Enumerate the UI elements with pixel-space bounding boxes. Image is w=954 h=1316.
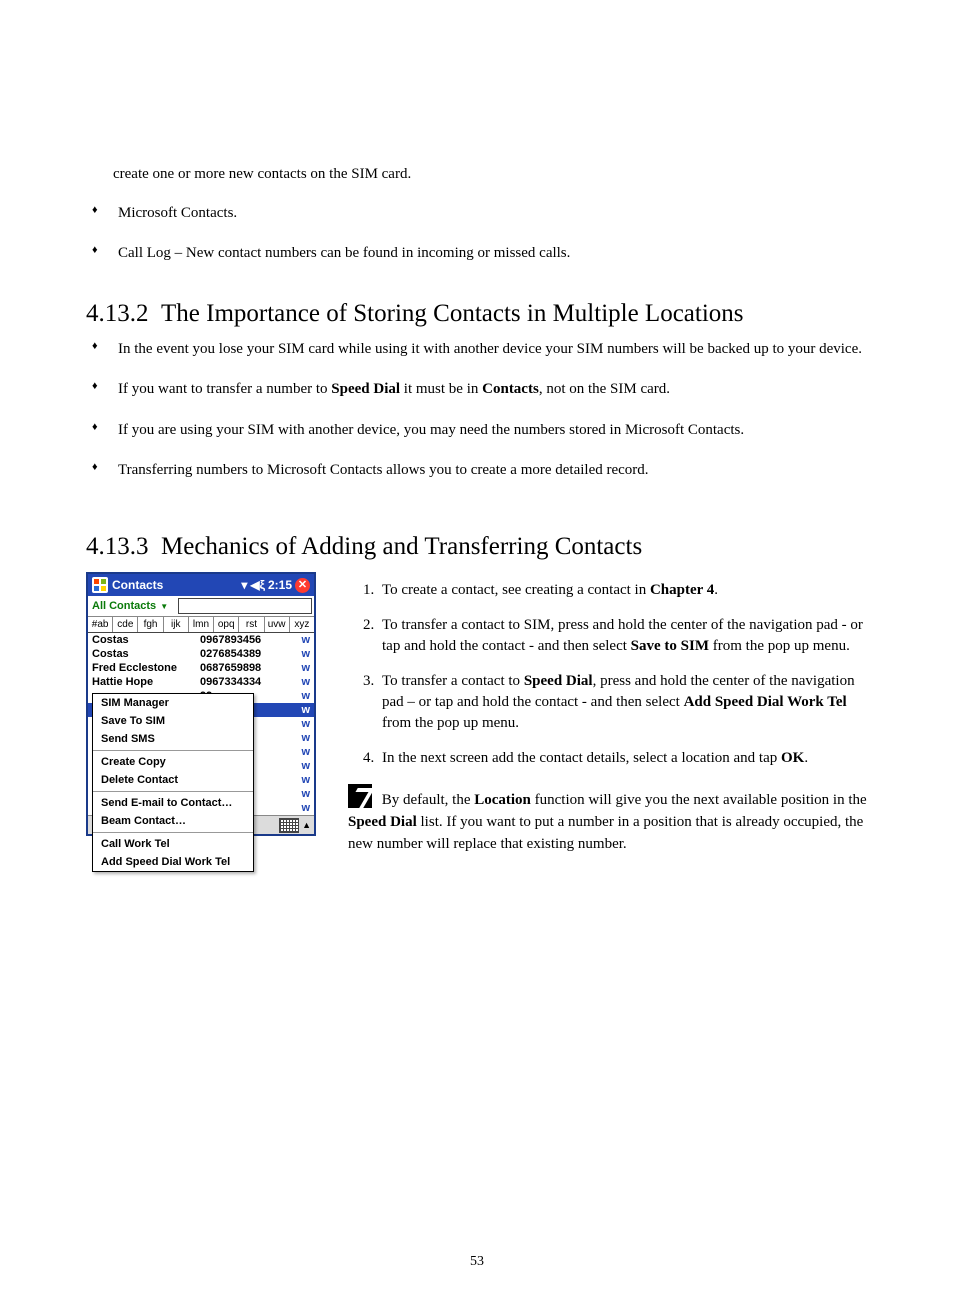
- contact-row[interactable]: Fred Ecclestone 0687659898 w: [88, 661, 314, 675]
- instructions-column: To create a contact, see creating a cont…: [348, 572, 868, 870]
- alpha-tab[interactable]: lmn: [189, 617, 214, 632]
- contact-name: Fred Ecclestone: [92, 662, 190, 674]
- context-menu: SIM ManagerSave To SIMSend SMS Create Cop…: [92, 693, 254, 872]
- menu-separator: [93, 791, 253, 792]
- alpha-tab[interactable]: xyz: [290, 617, 314, 632]
- alpha-tab[interactable]: rst: [239, 617, 264, 632]
- menu-item[interactable]: Call Work Tel: [93, 835, 253, 853]
- note-icon: [348, 784, 372, 808]
- note-text: By default, the Location function will g…: [348, 784, 868, 855]
- menu-item[interactable]: Add Speed Dial Work Tel: [93, 853, 253, 871]
- section-number: 4.13.3: [86, 533, 149, 560]
- section-heading-4133: 4.13.3 Mechanics of Adding and Transferr…: [86, 532, 868, 562]
- phone-alpha-tabs: #ab cde fgh ijk lmn opq rst uvw xyz: [88, 617, 314, 633]
- signal-icon: ▾: [241, 578, 247, 592]
- two-column-layout: Contacts ▾ ◀ξ 2:15 ✕ All Contacts▼ #ab: [86, 572, 868, 870]
- intro-bullet: Microsoft Contacts.: [100, 203, 868, 223]
- contact-type: w: [294, 760, 310, 772]
- alpha-tab[interactable]: #ab: [88, 617, 113, 632]
- contact-type: w: [294, 802, 310, 814]
- contact-type: w: [294, 704, 310, 716]
- bullet-item: If you are using your SIM with another d…: [100, 420, 868, 440]
- section-title: Mechanics of Adding and Transferring Con…: [161, 533, 642, 560]
- contact-number: 0276854389: [200, 648, 284, 660]
- section-number: 4.13.2: [86, 300, 149, 327]
- phone-filter-row: All Contacts▼: [88, 596, 314, 617]
- contact-type: w: [294, 648, 310, 660]
- menu-item[interactable]: Create Copy: [93, 753, 253, 771]
- menu-item[interactable]: SIM Manager: [93, 694, 253, 712]
- bullet-item: Transferring numbers to Microsoft Contac…: [100, 460, 868, 480]
- phone-screenshot-column: Contacts ▾ ◀ξ 2:15 ✕ All Contacts▼ #ab: [86, 572, 316, 870]
- phone-body: Costas0967893456wCostas0276854389wFred E…: [88, 633, 314, 815]
- contact-type: w: [294, 788, 310, 800]
- phone-status-icons: ▾ ◀ξ 2:15 ✕: [241, 578, 310, 593]
- bullet-item: In the event you lose your SIM card whil…: [100, 339, 868, 359]
- section-title: The Importance of Storing Contacts in Mu…: [161, 300, 744, 327]
- menu-item[interactable]: Beam Contact…: [93, 812, 253, 830]
- search-input[interactable]: [178, 598, 312, 614]
- contact-type: w: [294, 732, 310, 744]
- contact-type: w: [294, 718, 310, 730]
- contact-type: w: [294, 676, 310, 688]
- menu-separator: [93, 832, 253, 833]
- contact-number: 0967334334: [200, 676, 284, 688]
- contact-name: Costas: [92, 634, 190, 646]
- contact-name: Hattie Hope: [92, 676, 190, 688]
- windows-logo-icon: [92, 577, 108, 593]
- alpha-tab[interactable]: fgh: [138, 617, 163, 632]
- contact-type: w: [294, 690, 310, 702]
- alpha-tab[interactable]: opq: [214, 617, 239, 632]
- bullet-item: If you want to transfer a number to Spee…: [100, 379, 868, 399]
- contact-name: Costas: [92, 648, 190, 660]
- contact-row[interactable]: Costas 0276854389 w: [88, 647, 314, 661]
- step-item: To create a contact, see creating a cont…: [378, 580, 868, 601]
- filter-dropdown[interactable]: All Contacts▼: [88, 600, 168, 612]
- note-block: By default, the Location function will g…: [348, 784, 868, 855]
- step-item: In the next screen add the contact detai…: [378, 748, 868, 769]
- step-item: To transfer a contact to SIM, press and …: [378, 615, 868, 657]
- contact-type: w: [294, 774, 310, 786]
- menu-separator: [93, 750, 253, 751]
- volume-icon: ◀ξ: [250, 578, 265, 592]
- phone-clock: 2:15: [268, 578, 292, 592]
- contact-number: 0687659898: [200, 662, 284, 674]
- phone-app-title: Contacts: [112, 578, 241, 592]
- menu-item[interactable]: Save To SIM: [93, 712, 253, 730]
- contact-type: w: [294, 746, 310, 758]
- alpha-tab[interactable]: uvw: [265, 617, 290, 632]
- keyboard-icon[interactable]: [279, 818, 299, 833]
- contact-row[interactable]: Hattie Hope 0967334334 w: [88, 675, 314, 689]
- contact-number: 0967893456: [200, 634, 284, 646]
- menu-item[interactable]: Send SMS: [93, 730, 253, 748]
- alpha-tab[interactable]: cde: [113, 617, 138, 632]
- step-item: To transfer a contact to Speed Dial, pre…: [378, 671, 868, 734]
- steps-list: To create a contact, see creating a cont…: [348, 580, 868, 769]
- close-icon[interactable]: ✕: [295, 578, 310, 593]
- page-content: create one or more new contacts on the S…: [0, 0, 954, 870]
- phone-screenshot: Contacts ▾ ◀ξ 2:15 ✕ All Contacts▼ #ab: [86, 572, 316, 836]
- contact-type: w: [294, 662, 310, 674]
- intro-bullets: Microsoft Contacts. Call Log – New conta…: [86, 203, 868, 264]
- chevron-down-icon: ▼: [160, 602, 168, 611]
- up-arrow-icon[interactable]: ▲: [302, 820, 311, 830]
- contact-type: w: [294, 634, 310, 646]
- menu-item[interactable]: Send E-mail to Contact…: [93, 794, 253, 812]
- intro-bullet: Call Log – New contact numbers can be fo…: [100, 243, 868, 263]
- menu-item[interactable]: Delete Contact: [93, 771, 253, 789]
- alpha-tab[interactable]: ijk: [164, 617, 189, 632]
- phone-title-bar: Contacts ▾ ◀ξ 2:15 ✕: [88, 574, 314, 596]
- bullets-4132: In the event you lose your SIM card whil…: [86, 339, 868, 480]
- contact-row[interactable]: Costas 0967893456 w: [88, 633, 314, 647]
- continued-line: create one or more new contacts on the S…: [113, 165, 868, 185]
- section-heading-4132: 4.13.2 The Importance of Storing Contact…: [86, 299, 868, 329]
- page-number: 53: [0, 1254, 954, 1270]
